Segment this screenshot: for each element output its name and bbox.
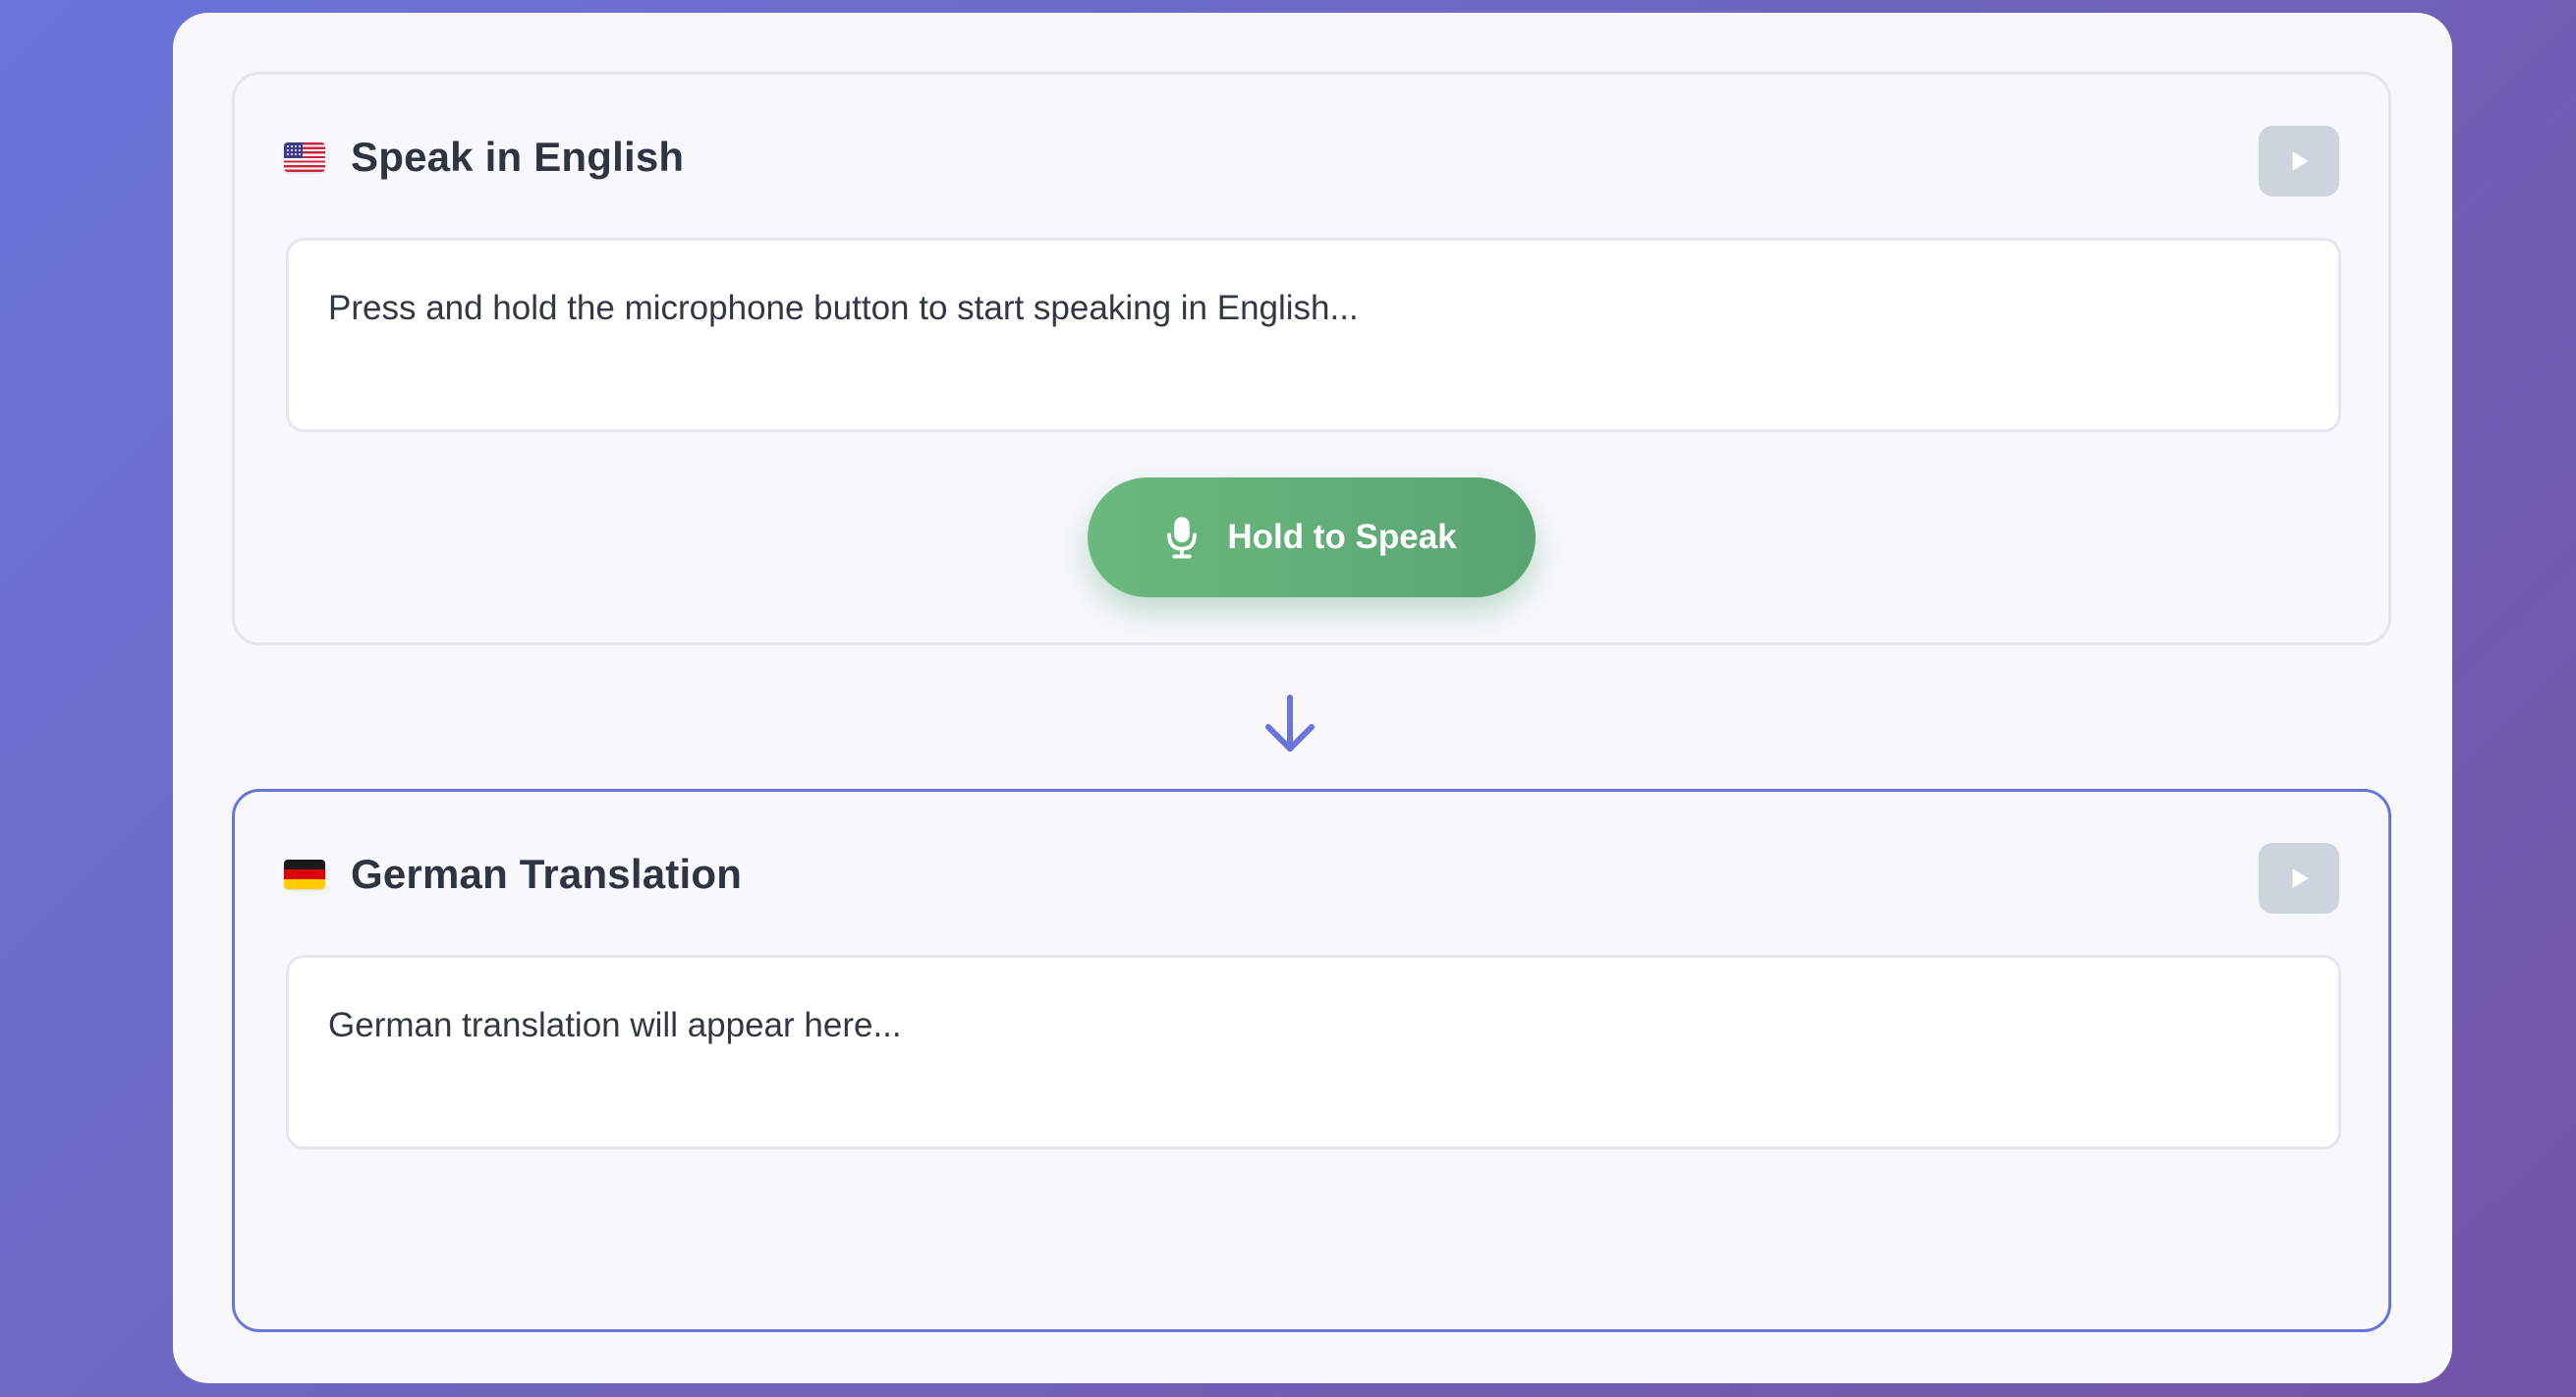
play-icon (2292, 151, 2309, 171)
hold-to-speak-label: Hold to Speak (1227, 518, 1457, 556)
target-panel: German Translation German translation wi… (232, 789, 2391, 1332)
source-panel-title: Speak in English (351, 134, 685, 180)
target-play-button[interactable] (2259, 843, 2339, 914)
source-panel: Speak in English Press and hold the micr… (232, 72, 2391, 645)
translator-card: Speak in English Press and hold the micr… (173, 13, 2452, 1383)
us-flag-icon (284, 142, 325, 172)
hold-to-speak-button[interactable]: Hold to Speak (1088, 477, 1536, 597)
source-placeholder-text: Press and hold the microphone button to … (328, 289, 1359, 327)
microphone-icon (1167, 517, 1198, 559)
de-flag-icon (284, 860, 325, 889)
target-placeholder-text: German translation will appear here... (328, 1006, 902, 1044)
source-panel-header: Speak in English (284, 128, 684, 187)
target-panel-header: German Translation (284, 845, 742, 904)
target-text-box: German translation will appear here... (286, 955, 2341, 1149)
play-icon (2292, 868, 2309, 888)
target-panel-title: German Translation (351, 851, 743, 897)
arrow-down-icon (1265, 695, 1315, 752)
source-text-box[interactable]: Press and hold the microphone button to … (286, 238, 2341, 432)
source-play-button[interactable] (2259, 126, 2339, 196)
